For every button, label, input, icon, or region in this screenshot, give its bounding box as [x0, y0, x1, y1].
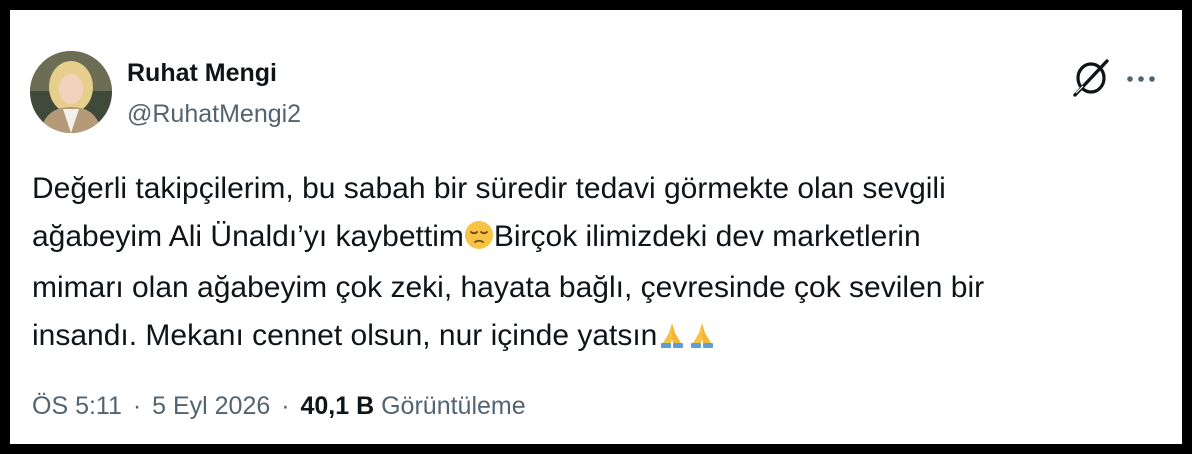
tweet-line-2: ağabeyim Ali Ünaldı’yı kaybettim Birçok i… [32, 213, 1152, 265]
tweet-line-4-text: insandı. Mekanı cennet olsun, nur içinde… [32, 318, 658, 352]
tweet-text: Değerli takipçilerim, bu sabah bir süred… [32, 165, 1152, 363]
views-count[interactable]: 40,1 B [300, 392, 374, 420]
tweet-line-3: mimarı olan ağabeyim çok zeki, hayata ba… [32, 271, 985, 304]
tweet-meta: ÖS 5:11 · 5 Eyl 2026 · 40,1 B Görüntülem… [32, 391, 526, 421]
tweet-line-2-before-emoji: ağabeyim Ali Ünaldı’yı kaybettim [32, 219, 464, 253]
grok-icon[interactable] [1070, 57, 1112, 99]
tweet-line-2-after-emoji: Birçok ilimizdeki dev marketlerin [493, 219, 921, 253]
folded-hands-emoji [657, 316, 687, 364]
meta-separator: · [281, 392, 290, 420]
tweet-time[interactable]: ÖS 5:11 [32, 392, 122, 420]
tweet-line-1: Değerli takipçilerim, bu sabah bir süred… [32, 172, 946, 205]
avatar-photo [30, 51, 112, 133]
author-name[interactable]: Ruhat Mengi [127, 58, 277, 88]
tweet-line-4: insandı. Mekanı cennet olsun, nur içinde… [32, 312, 1152, 364]
more-icon[interactable] [1122, 60, 1160, 98]
views-label[interactable]: Görüntüleme [381, 392, 526, 420]
meta-separator: · [132, 392, 142, 420]
avatar[interactable] [30, 51, 112, 133]
author-handle[interactable]: @RuhatMengi2 [127, 99, 301, 129]
tweet-card: Ruhat Mengi @RuhatMengi2 Değerli takipçi… [10, 10, 1182, 444]
folded-hands-emoji [687, 316, 717, 364]
tweet-date[interactable]: 5 Eyl 2026 [152, 392, 270, 420]
pensive-face-emoji [464, 217, 494, 265]
